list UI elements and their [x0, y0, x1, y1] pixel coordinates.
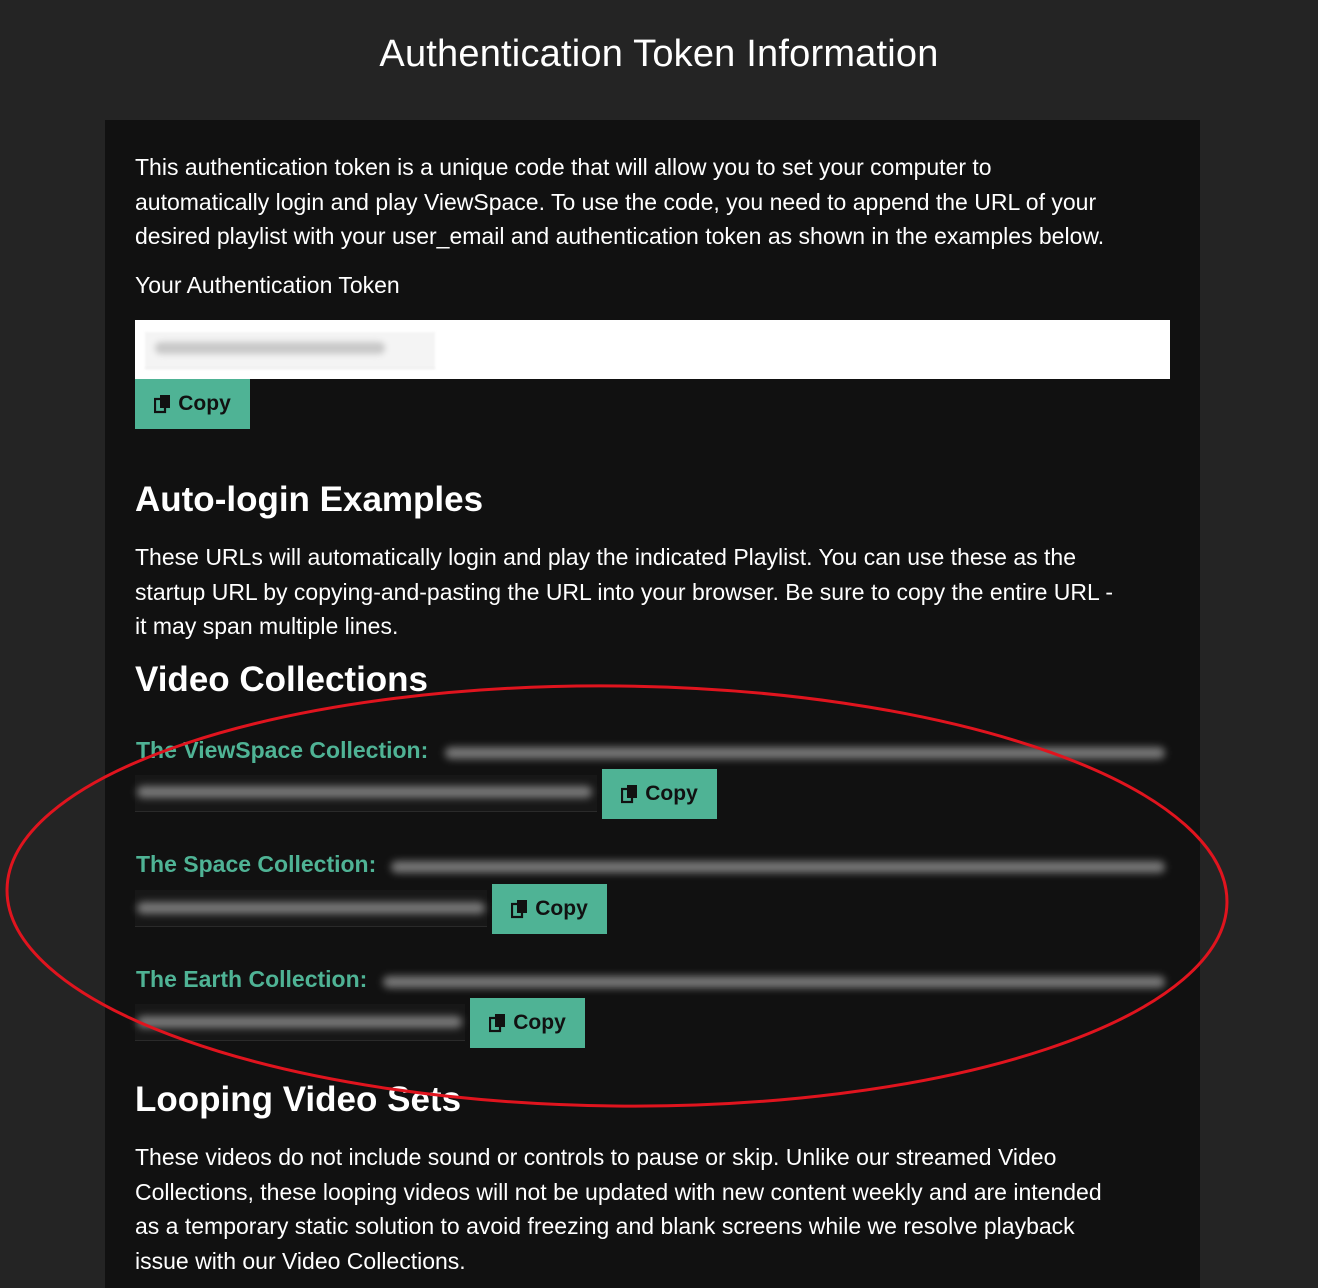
looping-line: These videos do not include sound or con… [135, 1144, 1057, 1170]
page-title: Authentication Token Information [379, 33, 939, 75]
collection-url-redacted [137, 1016, 462, 1028]
copy-icon [489, 1014, 506, 1033]
intro-line: This authentication token is a unique co… [135, 154, 992, 180]
intro-paragraph: This authentication token is a unique co… [135, 150, 1104, 254]
video-collections-heading: Video Collections [135, 660, 429, 699]
collection-url-redacted [137, 786, 592, 798]
autologin-line: startup URL by copying-and-pasting the U… [135, 578, 1113, 605]
copy-icon [621, 785, 638, 804]
token-label: Your Authentication Token [135, 272, 400, 298]
copy-earth-button[interactable]: Copy [470, 998, 585, 1048]
collection-label-viewspace: The ViewSpace Collection: [136, 737, 429, 763]
looping-paragraph: These videos do not include sound or con… [135, 1140, 1102, 1278]
collection-label-earth: The Earth Collection: [136, 966, 368, 992]
collection-url-redacted [391, 861, 1165, 873]
copy-button-label: Copy [513, 1011, 566, 1034]
copy-button-label: Copy [178, 392, 231, 415]
autologin-line: These URLs will automatically login and … [135, 544, 1076, 570]
looping-line: Collections, these looping videos will n… [135, 1178, 1102, 1205]
looping-line: issue with our Video Collections. [135, 1247, 466, 1274]
copy-button-label: Copy [645, 782, 698, 805]
content-panel: This authentication token is a unique co… [105, 120, 1200, 1288]
copy-icon [511, 900, 528, 919]
collection-url-redacted [137, 902, 485, 914]
looping-heading: Looping Video Sets [135, 1080, 462, 1119]
autologin-line: it may span multiple lines. [135, 613, 399, 639]
copy-space-button[interactable]: Copy [492, 884, 607, 934]
intro-line: desired playlist with your user_email an… [135, 223, 1105, 249]
copy-viewspace-button[interactable]: Copy [602, 769, 717, 819]
copy-button-label: Copy [535, 897, 588, 920]
copy-icon [154, 395, 171, 414]
intro-line: automatically login and play ViewSpace. … [135, 188, 1097, 215]
copy-token-button[interactable]: Copy [135, 379, 250, 429]
autologin-heading: Auto-login Examples [135, 480, 484, 519]
collection-url-redacted [383, 976, 1165, 988]
looping-line: as a temporary static solution to avoid … [135, 1213, 1075, 1239]
autologin-paragraph: These URLs will automatically login and … [135, 540, 1113, 644]
collection-url-redacted [445, 747, 1165, 759]
collection-label-space: The Space Collection: [136, 851, 377, 877]
token-value-redacted [145, 332, 435, 369]
token-input[interactable] [135, 320, 1170, 379]
